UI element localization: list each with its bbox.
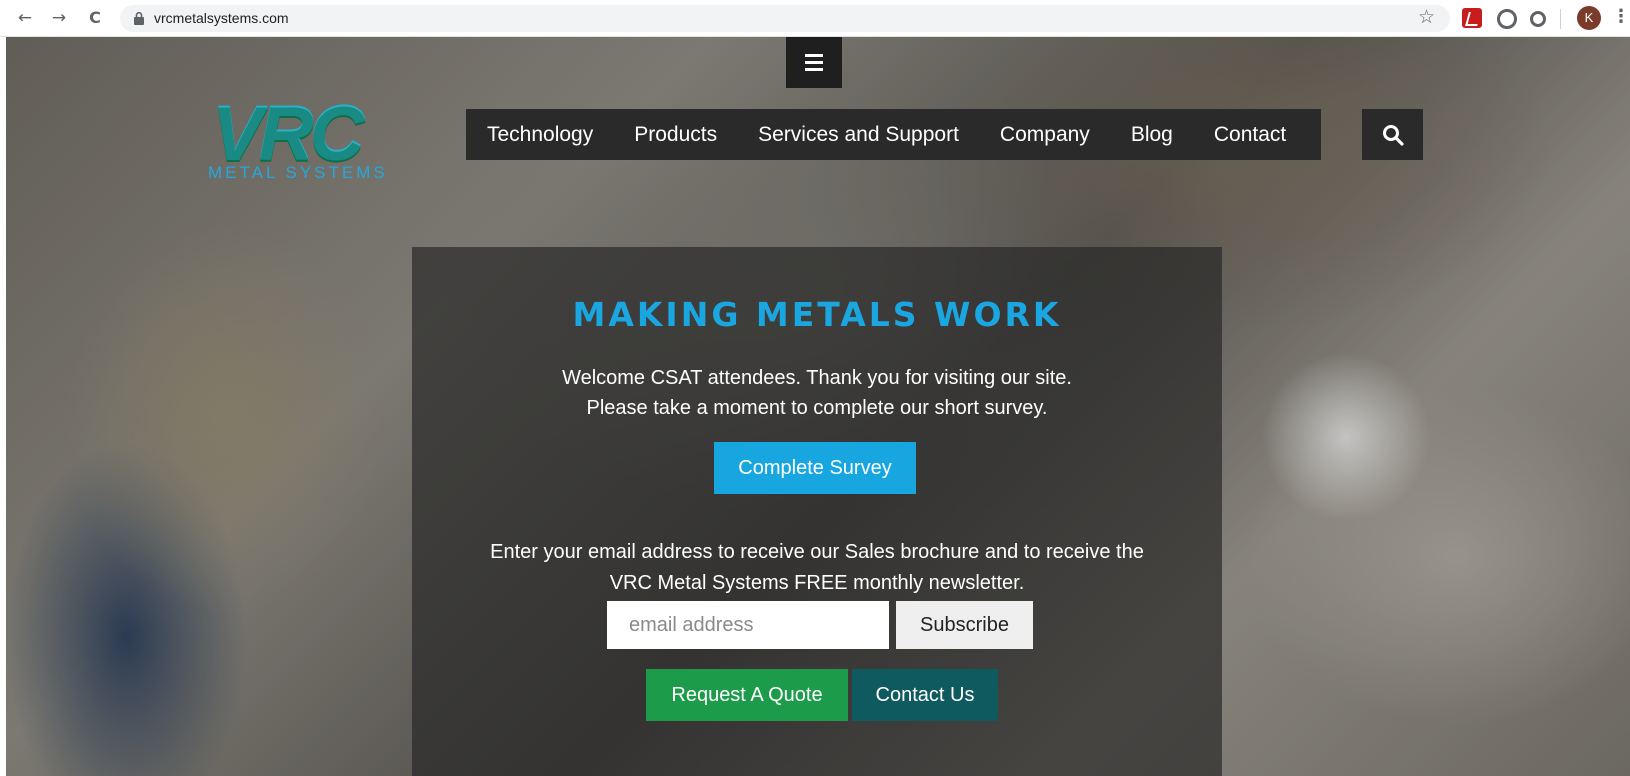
email-field[interactable] (607, 601, 889, 649)
profile-avatar[interactable]: K (1577, 6, 1601, 30)
complete-survey-button[interactable]: Complete Survey (714, 442, 916, 494)
main-navigation: Technology Products Services and Support… (466, 109, 1321, 160)
nav-item-blog[interactable]: Blog (1110, 123, 1193, 147)
subscribe-button[interactable]: Subscribe (896, 601, 1033, 649)
hero-panel: MAKING METALS WORK Welcome CSAT attendee… (412, 247, 1222, 776)
back-icon[interactable]: ← (14, 7, 36, 29)
welcome-message: Welcome CSAT attendees. Thank you for vi… (412, 363, 1222, 423)
hamburger-menu-button[interactable] (786, 37, 842, 88)
request-quote-button[interactable]: Request A Quote (646, 669, 848, 721)
address-bar[interactable]: vrcmetalsystems.com (120, 5, 1450, 32)
vrc-logo[interactable]: VRC METAL SYSTEMS (206, 95, 421, 183)
hero-section: VRC METAL SYSTEMS Technology Products Se… (6, 37, 1630, 776)
nav-item-contact[interactable]: Contact (1193, 123, 1306, 147)
extension-icon[interactable] (1530, 11, 1546, 27)
hero-headline: MAKING METALS WORK (572, 295, 1062, 334)
extension-icon[interactable] (1497, 9, 1517, 29)
newsletter-line-2: VRC Metal Systems FREE monthly newslette… (609, 572, 1025, 594)
toolbar-divider (1560, 9, 1561, 29)
newsletter-line-1: Enter your email address to receive our … (490, 541, 1144, 563)
nav-item-products[interactable]: Products (613, 123, 737, 147)
newsletter-message: Enter your email address to receive our … (412, 537, 1222, 599)
nav-item-technology[interactable]: Technology (466, 123, 613, 147)
browser-menu-icon[interactable]: ⋮ (1612, 6, 1630, 27)
contact-us-button[interactable]: Contact Us (852, 669, 998, 721)
lock-icon (134, 12, 144, 25)
forward-icon[interactable]: → (48, 7, 70, 29)
welcome-line-2: Please take a moment to complete our sho… (586, 397, 1048, 419)
reload-icon[interactable]: C (84, 7, 106, 29)
bookmark-star-icon[interactable]: ☆ (1418, 6, 1435, 28)
search-button[interactable] (1362, 109, 1423, 160)
url-text: vrcmetalsystems.com (154, 10, 289, 26)
logo-subtitle: METAL SYSTEMS (208, 163, 388, 182)
pdf-extension-icon[interactable] (1462, 8, 1482, 28)
nav-item-services-and-support[interactable]: Services and Support (737, 123, 979, 147)
welcome-line-1: Welcome CSAT attendees. Thank you for vi… (562, 367, 1072, 389)
browser-toolbar: ← → C vrcmetalsystems.com ☆ K ⋮ (0, 0, 1630, 37)
search-icon (1383, 125, 1404, 146)
nav-item-company[interactable]: Company (979, 123, 1110, 147)
